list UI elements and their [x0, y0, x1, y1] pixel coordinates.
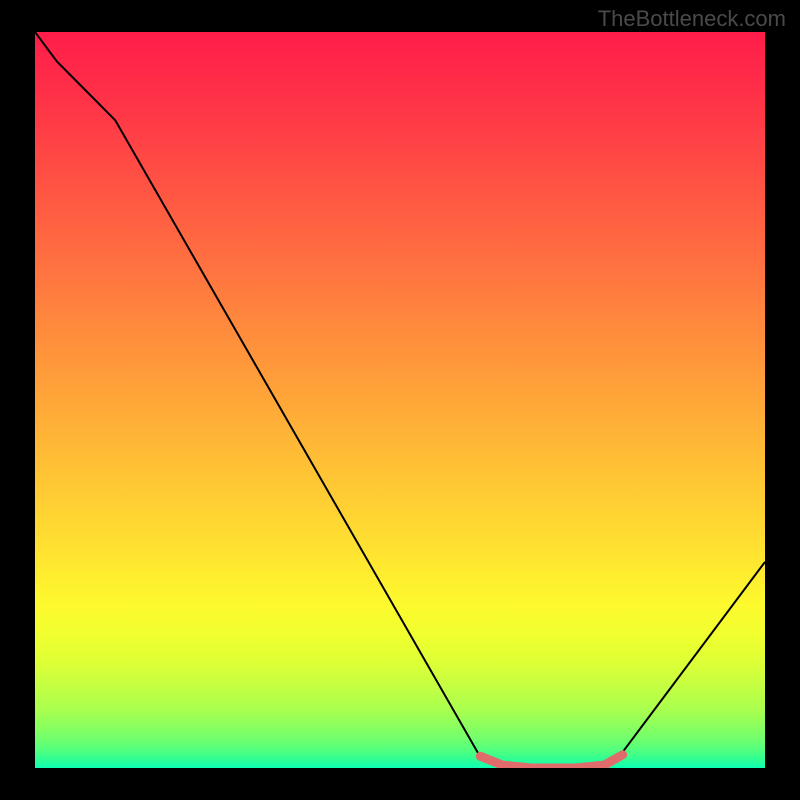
watermark-text: TheBottleneck.com — [598, 6, 786, 32]
highlight-curve-path — [480, 755, 622, 768]
main-curve-path — [35, 32, 765, 768]
chart-svg — [35, 32, 765, 768]
